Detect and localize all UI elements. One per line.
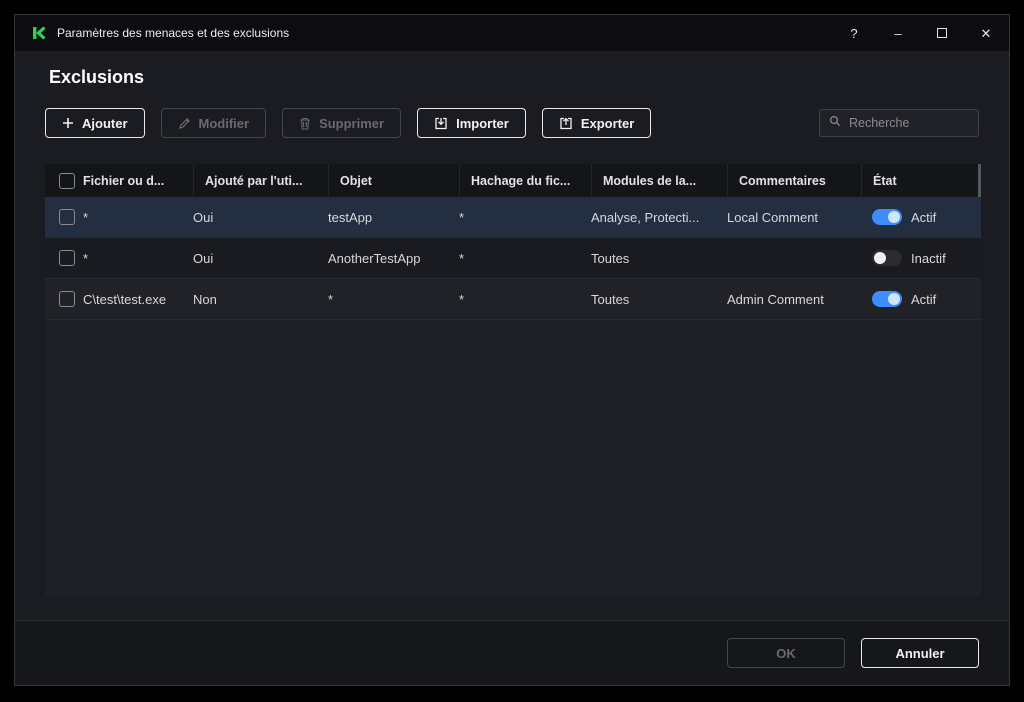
close-button[interactable]: ✕ (979, 26, 993, 40)
search-box (819, 109, 979, 137)
cell-modules: Toutes (591, 291, 630, 307)
table-header: Fichier ou d... Ajouté par l'uti... Obje… (45, 164, 981, 197)
state-label: Actif (911, 209, 937, 225)
search-icon (829, 114, 841, 132)
cell-added: Non (193, 291, 217, 307)
export-button-label: Exporter (580, 115, 635, 131)
state-label: Actif (911, 291, 937, 307)
row-checkbox[interactable] (59, 291, 75, 307)
col-header-comments[interactable]: Commentaires (727, 164, 861, 197)
cell-added: Oui (193, 209, 214, 225)
footer: OK Annuler (15, 620, 1009, 685)
cell-object: testApp (328, 209, 373, 225)
toggle-knob (874, 252, 886, 264)
toggle-knob (888, 293, 900, 305)
cancel-button[interactable]: Annuler (861, 638, 979, 668)
page-title: Exclusions (49, 67, 145, 87)
vertical-scrollbar[interactable] (978, 164, 981, 197)
plus-icon (62, 117, 74, 129)
titlebar: Paramètres des menaces et des exclusions… (15, 15, 1009, 51)
cell-object: AnotherTestApp (328, 250, 421, 266)
select-all-checkbox[interactable] (59, 172, 75, 189)
maximize-button[interactable] (935, 26, 949, 40)
cell-modules: Analyse, Protecti... (591, 209, 700, 225)
cell-hash: * (459, 250, 465, 266)
maximize-icon (937, 28, 947, 38)
add-button-label: Ajouter (82, 115, 128, 131)
cell-hash: * (459, 209, 465, 225)
delete-button-label: Supprimer (319, 115, 385, 131)
cell-added: Oui (193, 250, 214, 266)
col-header-object[interactable]: Objet (328, 164, 459, 197)
import-button[interactable]: Importer (417, 108, 526, 138)
minimize-button[interactable]: – (891, 26, 905, 40)
import-button-label: Importer (456, 115, 509, 131)
table-row[interactable]: * Oui AnotherTestApp * Toutes Inactif (45, 238, 981, 279)
add-button[interactable]: Ajouter (45, 108, 145, 138)
toggle-knob (888, 211, 900, 223)
table-row[interactable]: C\test\test.exe Non * * Toutes Admin Com… (45, 279, 981, 320)
trash-icon (299, 117, 311, 130)
cell-modules: Toutes (591, 250, 630, 266)
cell-file: * (83, 209, 89, 225)
state-toggle[interactable] (872, 250, 902, 266)
col-header-file[interactable]: Fichier ou d... (83, 164, 193, 197)
col-header-state[interactable]: État (861, 164, 981, 197)
main-content: Exclusions Ajouter Modifier Supprimer Im… (15, 51, 1009, 622)
app-window: Paramètres des menaces et des exclusions… (14, 14, 1010, 686)
cell-file: * (83, 250, 89, 266)
row-checkbox[interactable] (59, 250, 75, 266)
search-input[interactable] (847, 115, 969, 131)
help-button[interactable]: ? (847, 26, 861, 40)
kaspersky-logo-icon (31, 25, 47, 41)
edit-button[interactable]: Modifier (160, 108, 267, 138)
cell-comment: Admin Comment (727, 291, 824, 307)
table-row[interactable]: * Oui testApp * Analyse, Protecti... Loc… (45, 197, 981, 238)
state-toggle[interactable] (872, 209, 902, 225)
delete-button[interactable]: Supprimer (282, 108, 402, 138)
cell-comment: Local Comment (727, 209, 819, 225)
row-checkbox[interactable] (59, 209, 75, 225)
exclusions-table: Fichier ou d... Ajouté par l'uti... Obje… (45, 164, 981, 596)
edit-button-label: Modifier (198, 115, 250, 131)
table-body: * Oui testApp * Analyse, Protecti... Loc… (45, 197, 981, 320)
export-icon (559, 117, 573, 130)
cell-file: C\test\test.exe (83, 291, 167, 307)
col-header-hash[interactable]: Hachage du fic... (459, 164, 591, 197)
col-header-added[interactable]: Ajouté par l'uti... (193, 164, 328, 197)
state-toggle[interactable] (872, 291, 902, 307)
state-label: Inactif (911, 250, 946, 266)
cell-hash: * (459, 291, 465, 307)
toolbar: Ajouter Modifier Supprimer Importer Expo… (45, 108, 979, 138)
export-button[interactable]: Exporter (541, 108, 652, 138)
window-title: Paramètres des menaces et des exclusions (57, 26, 290, 40)
import-icon (434, 117, 448, 130)
ok-button[interactable]: OK (727, 638, 845, 668)
col-header-modules[interactable]: Modules de la... (591, 164, 727, 197)
pencil-icon (178, 117, 191, 130)
cell-object: * (328, 291, 334, 307)
